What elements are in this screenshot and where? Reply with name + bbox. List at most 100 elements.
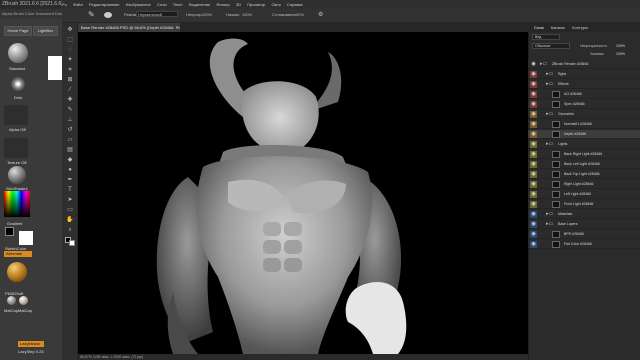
- menu-item-3d[interactable]: 3D: [236, 2, 241, 7]
- layer-row[interactable]: ◉ Left Light #28466: [528, 190, 640, 199]
- background-color-swatch[interactable]: [69, 240, 75, 246]
- layer-kind-filter[interactable]: Вид: [532, 34, 560, 40]
- stamp-tool-icon[interactable]: ⊥: [66, 117, 74, 123]
- layer-row[interactable]: ◉ Front Light #28466: [528, 200, 640, 209]
- visibility-eye-icon[interactable]: ◉: [530, 211, 537, 218]
- dodge-tool-icon[interactable]: ●: [66, 167, 74, 173]
- matcap-sphere-2-icon[interactable]: [19, 296, 28, 305]
- history-brush-icon[interactable]: ↺: [66, 127, 74, 133]
- layer-row[interactable]: ◉ Right Light #28466: [528, 180, 640, 189]
- visibility-eye-icon[interactable]: ◉: [530, 171, 537, 178]
- layer-opacity-value[interactable]: 100%: [616, 44, 625, 48]
- layer-row[interactable]: ◉ Back Left Light #28466: [528, 160, 640, 169]
- visibility-eye-icon[interactable]: ◉: [530, 201, 537, 208]
- opacity-input[interactable]: 100%: [202, 12, 212, 17]
- frame-tool-icon[interactable]: ⊠: [66, 77, 74, 83]
- visibility-eye-icon[interactable]: ◉: [530, 111, 537, 118]
- layer-row[interactable]: ◉ BPR #28466: [528, 230, 640, 239]
- crop-tool-icon[interactable]: ⌗: [66, 67, 74, 73]
- flow-input[interactable]: 100%: [242, 12, 252, 17]
- visibility-eye-icon[interactable]: ◉: [530, 191, 537, 198]
- marquee-tool-icon[interactable]: ⬚: [66, 37, 74, 43]
- menu-item-view[interactable]: Просмотр: [247, 2, 265, 7]
- menu-item-text[interactable]: Текст: [173, 2, 183, 7]
- visibility-eye-icon[interactable]: ◉: [530, 231, 537, 238]
- folder-icon[interactable]: ▸▭: [546, 141, 553, 148]
- zbrush-menu-bar[interactable]: Alpha Brush Color Document Draw: [0, 9, 62, 19]
- layer-row[interactable]: ◉ Depth #28466: [528, 130, 640, 139]
- menu-item-select[interactable]: Выделение: [189, 2, 210, 7]
- layer-group-row[interactable]: ◉ ▸▭ Effects: [528, 80, 640, 89]
- brush-tool-icon[interactable]: ✎: [88, 10, 95, 19]
- layer-row[interactable]: ◉ AO #28466: [528, 90, 640, 99]
- type-tool-icon[interactable]: T: [66, 187, 74, 193]
- layer-row[interactable]: ◉ Back Top Light #28466: [528, 170, 640, 179]
- gradient-tool-icon[interactable]: ▤: [66, 147, 74, 153]
- healing-tool-icon[interactable]: ✚: [66, 97, 74, 103]
- alternate-button[interactable]: Alternate: [4, 251, 32, 257]
- layer-group-row[interactable]: ◉ ▸▭ Base Layers: [528, 220, 640, 229]
- menu-item-filter[interactable]: Фильтр: [216, 2, 229, 7]
- visibility-eye-icon[interactable]: ◉: [530, 221, 537, 228]
- document-tab[interactable]: Base Render #28466.PSD @ 66,6% (Depth #2…: [78, 23, 180, 32]
- visibility-eye-icon[interactable]: ◉: [530, 61, 537, 68]
- stroke-dots-icon[interactable]: [11, 77, 25, 91]
- material-sphere-icon[interactable]: [8, 166, 26, 184]
- menu-item-layers[interactable]: Слои: [157, 2, 167, 7]
- move-tool-icon[interactable]: ✥: [66, 27, 74, 33]
- folder-icon[interactable]: ▸▭: [546, 221, 553, 228]
- folder-icon[interactable]: ▸▭: [546, 81, 553, 88]
- shape-tool-icon[interactable]: ▭: [66, 207, 74, 213]
- visibility-eye-icon[interactable]: ◉: [530, 131, 537, 138]
- matcap-gold-icon[interactable]: [7, 262, 27, 282]
- path-select-tool-icon[interactable]: ➤: [66, 197, 74, 203]
- layer-group-row[interactable]: ◉ ▸▭ Geometric: [528, 110, 640, 119]
- menu-item-file[interactable]: Файл: [73, 2, 83, 7]
- main-color-swatch[interactable]: [5, 227, 14, 236]
- color-picker[interactable]: [4, 191, 30, 217]
- quick-select-tool-icon[interactable]: ✦: [66, 57, 74, 63]
- menu-item-help[interactable]: Справка: [287, 2, 303, 7]
- lazymouse-button[interactable]: LazyMouse: [18, 341, 44, 347]
- folder-icon[interactable]: ▸▭: [546, 71, 553, 78]
- brush-standard-icon[interactable]: [8, 43, 28, 63]
- menu-item-edit[interactable]: Редактирование: [89, 2, 119, 7]
- visibility-eye-icon[interactable]: ◉: [530, 81, 537, 88]
- smoothing-input[interactable]: 10%: [296, 12, 304, 17]
- secondary-color-swatch[interactable]: [19, 231, 33, 245]
- layer-row[interactable]: ◉ Normal01 #28466: [528, 120, 640, 129]
- blur-tool-icon[interactable]: ◆: [66, 157, 74, 163]
- visibility-eye-icon[interactable]: ◉: [530, 141, 537, 148]
- folder-icon[interactable]: ▸▭: [546, 111, 553, 118]
- visibility-eye-icon[interactable]: ◉: [530, 91, 537, 98]
- home-page-button[interactable]: Home Page: [4, 26, 32, 36]
- texture-slot[interactable]: [4, 138, 28, 158]
- visibility-eye-icon[interactable]: ◉: [530, 121, 537, 128]
- layer-group-row[interactable]: ◉ ▸▭ Lights: [528, 140, 640, 149]
- matcap-sphere-icon[interactable]: [7, 296, 16, 305]
- menu-item-image[interactable]: Изображение: [126, 2, 151, 7]
- visibility-eye-icon[interactable]: ◉: [530, 241, 537, 248]
- tab-paths[interactable]: Контуры: [572, 25, 588, 30]
- pen-tool-icon[interactable]: ✒: [66, 177, 74, 183]
- lasso-tool-icon[interactable]: ◌: [66, 47, 74, 53]
- lightbox-button[interactable]: LightBox: [33, 26, 58, 36]
- alpha-slot[interactable]: [4, 105, 28, 125]
- layer-row[interactable]: ◉ Flat Color #28466: [528, 240, 640, 249]
- eyedropper-tool-icon[interactable]: ⁄: [66, 87, 74, 93]
- visibility-eye-icon[interactable]: ◉: [530, 71, 537, 78]
- folder-icon[interactable]: ▸▭: [540, 61, 547, 68]
- visibility-eye-icon[interactable]: ◉: [530, 151, 537, 158]
- brush-preset-icon[interactable]: [104, 12, 112, 18]
- tab-layers[interactable]: Слои: [534, 25, 544, 30]
- zoom-tool-icon[interactable]: ⌕: [66, 227, 74, 233]
- visibility-eye-icon[interactable]: ◉: [530, 181, 537, 188]
- tab-channels[interactable]: Каналы: [551, 25, 565, 30]
- lazystep-slider[interactable]: LazyStep 0.25: [18, 349, 44, 354]
- brush-tool-side-icon[interactable]: ✎: [66, 107, 74, 113]
- settings-gear-icon[interactable]: ⚙: [318, 11, 323, 18]
- visibility-eye-icon[interactable]: ◉: [530, 101, 537, 108]
- hand-tool-icon[interactable]: ✋: [66, 217, 74, 223]
- layer-group-row[interactable]: ◉ ▸▭ Rgbs: [528, 70, 640, 79]
- layer-group-row[interactable]: ◉ ▸▭ Materials: [528, 210, 640, 219]
